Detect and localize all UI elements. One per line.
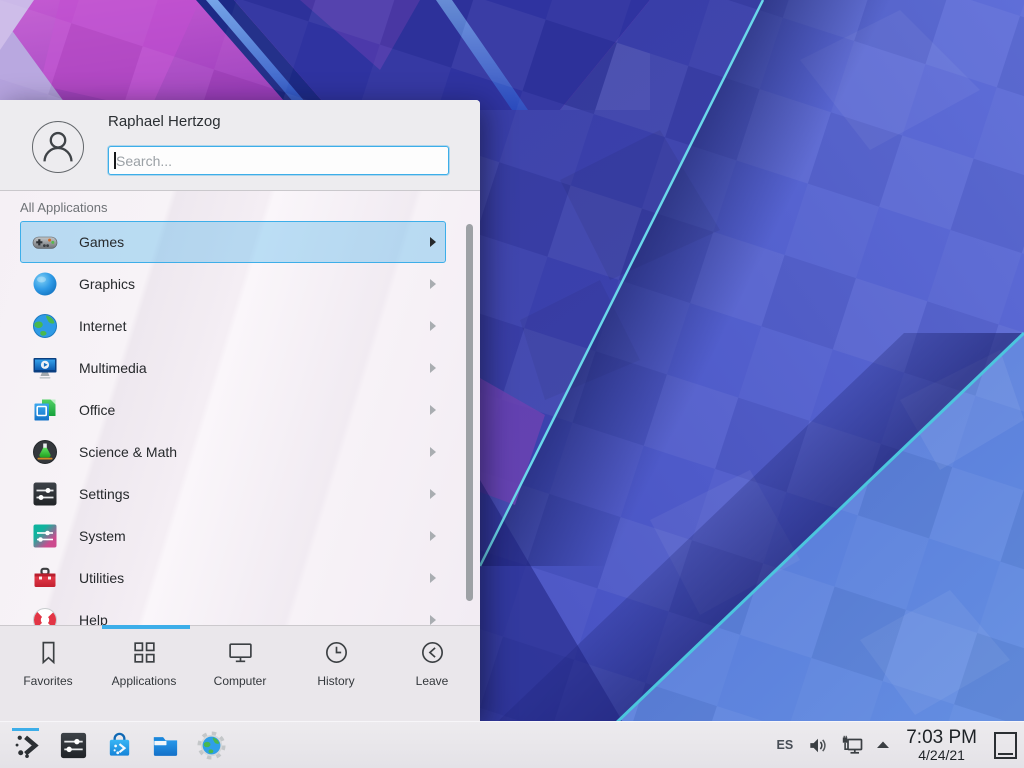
menu-item-label: Settings	[79, 486, 130, 502]
menu-item-label: System	[79, 528, 126, 544]
tab-label: Leave	[416, 674, 449, 688]
clock-date: 4/24/21	[918, 748, 965, 763]
tab-label: Favorites	[23, 674, 72, 688]
user-name: Raphael Hertzog	[108, 113, 221, 130]
system-icon	[31, 522, 59, 550]
tab-label: Computer	[214, 674, 267, 688]
discover-launcher[interactable]	[102, 727, 136, 763]
chevron-right-icon	[430, 363, 436, 373]
menu-item-games[interactable]: Games	[20, 221, 446, 263]
list-scrollbar[interactable]	[466, 224, 473, 601]
menu-item-utilities[interactable]: Utilities	[20, 557, 446, 599]
network-icon	[840, 733, 865, 758]
menu-item-label: Multimedia	[79, 360, 147, 376]
search-input[interactable]	[108, 146, 449, 175]
menu-item-internet[interactable]: Internet	[20, 305, 446, 347]
chevron-right-icon	[430, 279, 436, 289]
chevron-right-icon	[430, 615, 436, 625]
file-manager-launcher[interactable]	[148, 727, 182, 763]
menu-item-multimedia[interactable]: Multimedia	[20, 347, 446, 389]
system-tray: ES	[777, 727, 1024, 763]
footer-separator	[0, 625, 480, 626]
menu-footer: Favorites Applications	[0, 625, 480, 721]
footer-tabs: Favorites Applications	[0, 639, 480, 688]
internet-icon	[31, 312, 59, 340]
active-tab-indicator	[102, 625, 190, 629]
menu-item-office[interactable]: Office	[20, 389, 446, 431]
multimedia-icon	[31, 354, 59, 382]
menu-header: Raphael Hertzog	[0, 100, 480, 190]
chevron-right-icon	[430, 447, 436, 457]
menu-item-label: Help	[79, 612, 108, 625]
tab-leave[interactable]: Leave	[384, 639, 480, 688]
tab-applications[interactable]: Applications	[96, 639, 192, 688]
settings-icon	[31, 480, 59, 508]
clock-time: 7:03 PM	[906, 727, 977, 748]
tab-history[interactable]: History	[288, 639, 384, 688]
graphics-icon	[31, 270, 59, 298]
leave-icon	[419, 639, 446, 666]
taskbar: ES	[0, 721, 1024, 768]
application-launcher-icon	[12, 730, 43, 761]
menu-item-label: Office	[79, 402, 115, 418]
tab-favorites[interactable]: Favorites	[0, 639, 96, 688]
menu-item-help[interactable]: Help	[20, 599, 446, 625]
menu-body: All Applications Games	[0, 191, 480, 625]
keyboard-layout-indicator[interactable]: ES	[777, 738, 794, 752]
web-browser-icon	[196, 730, 227, 761]
chevron-right-icon	[430, 237, 436, 247]
menu-item-science-math[interactable]: Science & Math	[20, 431, 446, 473]
section-label: All Applications	[20, 200, 107, 215]
computer-icon	[227, 639, 254, 666]
tab-computer[interactable]: Computer	[192, 639, 288, 688]
app-category-list: Games Graphics	[20, 221, 446, 625]
office-icon	[31, 396, 59, 424]
network-button[interactable]	[840, 733, 865, 758]
system-settings-launcher[interactable]	[56, 727, 90, 763]
show-desktop-button[interactable]	[994, 732, 1017, 759]
desktop: Raphael Hertzog All Applications	[0, 0, 1024, 768]
expand-tray-button[interactable]	[875, 737, 891, 753]
user-avatar-icon[interactable]	[32, 121, 84, 173]
application-launcher-button[interactable]	[10, 727, 44, 763]
menu-item-label: Games	[79, 234, 124, 250]
science-icon	[31, 438, 59, 466]
menu-item-label: Graphics	[79, 276, 135, 292]
chevron-right-icon	[430, 573, 436, 583]
chevron-right-icon	[430, 531, 436, 541]
chevron-right-icon	[430, 489, 436, 499]
help-icon	[31, 606, 59, 625]
chevron-right-icon	[430, 405, 436, 415]
web-browser-launcher[interactable]	[194, 727, 228, 763]
chevron-right-icon	[430, 321, 436, 331]
applications-icon	[131, 639, 158, 666]
history-icon	[323, 639, 350, 666]
menu-item-label: Science & Math	[79, 444, 177, 460]
tab-label: History	[317, 674, 354, 688]
menu-item-settings[interactable]: Settings	[20, 473, 446, 515]
digital-clock[interactable]: 7:03 PM 4/24/21	[906, 727, 977, 763]
menu-item-system[interactable]: System	[20, 515, 446, 557]
file-manager-icon	[150, 730, 181, 761]
tab-label: Applications	[112, 674, 177, 688]
games-icon	[31, 228, 59, 256]
active-launcher-indicator	[12, 728, 39, 731]
application-launcher-menu: Raphael Hertzog All Applications	[0, 100, 480, 721]
utilities-icon	[31, 564, 59, 592]
menu-item-label: Internet	[79, 318, 126, 334]
volume-icon	[806, 734, 829, 757]
system-settings-icon	[58, 730, 89, 761]
favorites-icon	[35, 639, 62, 666]
search-field-wrap	[108, 146, 449, 175]
menu-item-graphics[interactable]: Graphics	[20, 263, 446, 305]
volume-button[interactable]	[806, 734, 829, 757]
discover-icon	[104, 730, 135, 761]
menu-item-label: Utilities	[79, 570, 124, 586]
text-caret	[114, 152, 116, 169]
expand-tray-icon	[875, 737, 891, 753]
